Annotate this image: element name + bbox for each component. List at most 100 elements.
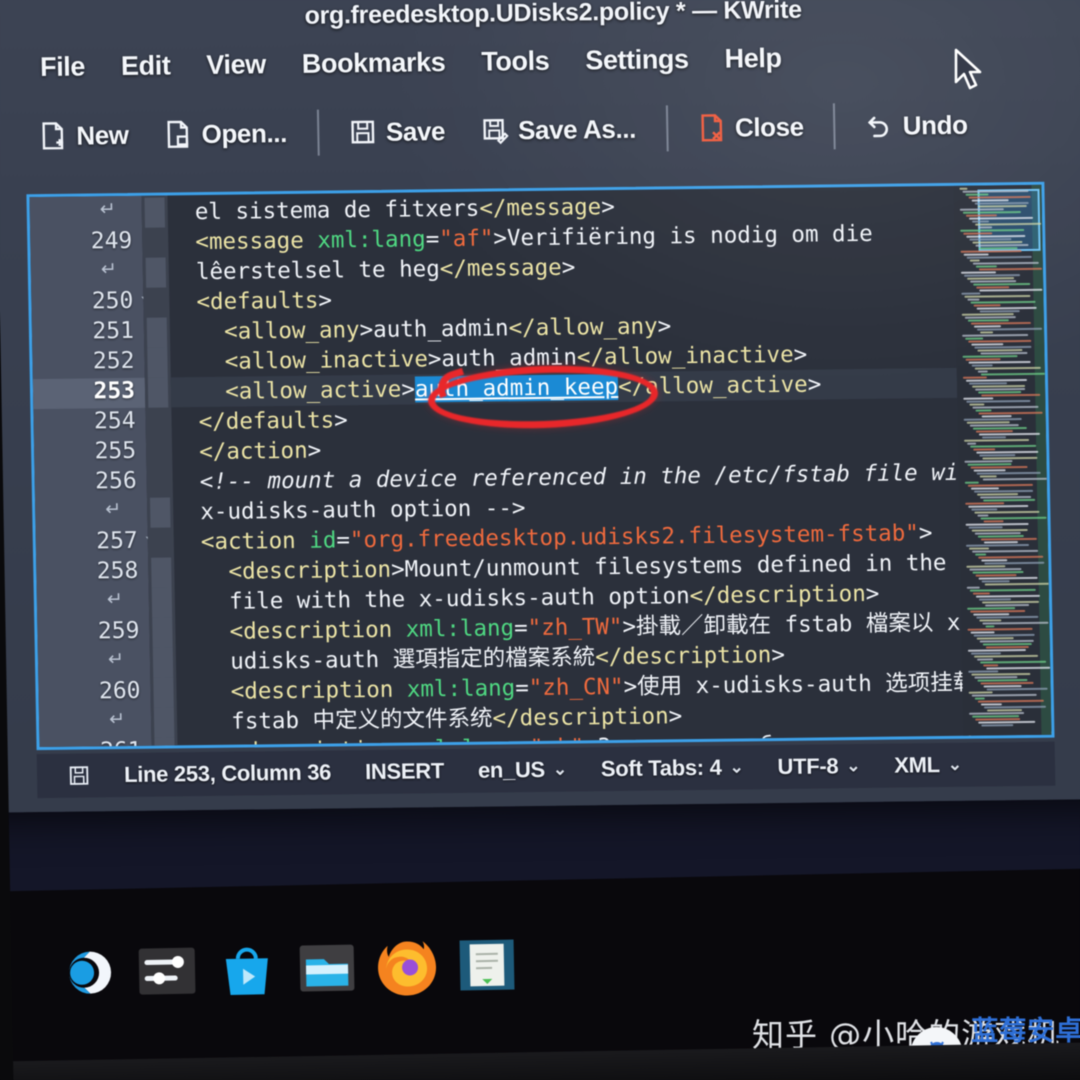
minimap-line xyxy=(970,631,995,634)
toolbar[interactable]: New Open... Save Save As... Close Undo xyxy=(0,85,1080,175)
status-tabs-select[interactable]: Soft Tabs: 4 ⌄ xyxy=(584,754,761,782)
status-encoding-select[interactable]: UTF-8 ⌄ xyxy=(760,753,877,780)
code-content[interactable]: el sistema de fitxers</message> <message… xyxy=(167,186,1055,750)
menu-tools[interactable]: Tools xyxy=(463,45,568,77)
status-encoding-value: UTF-8 xyxy=(777,753,839,780)
save-button[interactable]: Save xyxy=(331,115,464,148)
minimap-line xyxy=(977,370,988,373)
minimap-line xyxy=(968,339,1032,343)
document-minimap[interactable] xyxy=(953,184,1052,736)
taskbar-firefox[interactable] xyxy=(373,933,440,1000)
undo-button[interactable]: Undo xyxy=(847,109,985,142)
taskbar-system-settings[interactable] xyxy=(133,938,200,1005)
minimap-line xyxy=(974,510,1040,514)
chevron-down-icon: ⌄ xyxy=(552,759,568,779)
new-document-icon xyxy=(42,122,64,150)
mouse-cursor-arrow-pointer-icon xyxy=(954,48,982,90)
minimap-line xyxy=(981,559,1008,562)
minimap-line xyxy=(979,619,1002,622)
minimap-line xyxy=(973,448,996,451)
status-locale-select[interactable]: en_US ⌄ xyxy=(461,756,584,783)
minimap-line xyxy=(974,345,1032,349)
line-number: 258 xyxy=(96,557,139,585)
undo-button-label: Undo xyxy=(902,109,968,140)
floppy-disk-icon xyxy=(69,766,89,785)
status-cursor-position: Line 253, Column 36 xyxy=(123,759,332,788)
minimap-line xyxy=(979,310,1020,313)
minimap-line xyxy=(966,586,981,589)
line-number: 253 xyxy=(93,377,136,405)
minimap-line xyxy=(982,600,1040,604)
minimap-line xyxy=(975,553,987,556)
minimap-line xyxy=(983,520,1004,523)
toolbar-separator-2 xyxy=(665,105,669,152)
minimap-line xyxy=(970,652,1002,655)
minimap-line xyxy=(965,543,1029,547)
minimap-line xyxy=(974,654,1039,658)
minimap-line xyxy=(965,378,1028,382)
line-number-gutter: ↵ 249 ↵ 250 251 252 253 254 255 256 ↵ 257 258 ↵ 259 ↵ 26… xyxy=(29,195,170,750)
minimap-line xyxy=(970,321,1031,325)
minimap-line xyxy=(962,376,988,379)
menu-settings[interactable]: Settings xyxy=(567,43,707,76)
page-title: org.freedesktop.UDisks2.policy * — KWrit… xyxy=(304,0,802,30)
minimap-line xyxy=(963,418,1022,421)
minimap-line xyxy=(978,598,1011,601)
minimap-line xyxy=(972,220,989,223)
minimap-line xyxy=(969,259,981,262)
open-button[interactable]: Open... xyxy=(146,117,305,150)
minimap-line xyxy=(972,592,991,595)
line-number: 256 xyxy=(94,467,137,495)
line-number: 261 xyxy=(49,738,142,750)
minimap-line xyxy=(976,286,1010,289)
menu-bookmarks[interactable]: Bookmarks xyxy=(284,46,464,79)
minimap-line xyxy=(980,537,1038,541)
minimap-line xyxy=(982,621,1049,625)
minimap-line xyxy=(962,355,1018,358)
minimap-line xyxy=(974,366,1041,370)
minimap-line xyxy=(973,325,1002,328)
minimap-line xyxy=(983,664,999,667)
line-wrap-marker: ↵ xyxy=(99,199,116,221)
status-bar[interactable]: Line 253, Column 36 INSERT en_US ⌄ Soft … xyxy=(36,741,1056,799)
line-number: 257 xyxy=(95,527,139,555)
taskbar-discover-store[interactable] xyxy=(213,936,280,1003)
minimap-line xyxy=(972,549,1038,553)
status-highlight-select[interactable]: XML ⌄ xyxy=(877,752,979,779)
line-number: 252 xyxy=(92,347,135,375)
save-as-button-label: Save As... xyxy=(517,113,637,145)
minimap-line xyxy=(982,456,1038,460)
taskbar-text-editor[interactable] xyxy=(453,931,520,998)
minimap-line xyxy=(971,672,1030,676)
text-editor-view[interactable]: ↵ 249 ↵ 250 251 252 253 254 255 256 ↵ 257 258 ↵ 259 ↵ 26… xyxy=(26,181,1055,751)
minimap-line xyxy=(983,705,1047,709)
save-as-button[interactable]: Save As... xyxy=(463,113,654,146)
minimap-line xyxy=(979,475,998,478)
status-input-mode[interactable]: INSERT xyxy=(348,758,461,785)
undo-arrow-icon xyxy=(868,116,889,138)
line-number: 260 xyxy=(98,677,141,705)
minimap-line xyxy=(974,697,985,700)
indent-guide-block xyxy=(145,257,167,288)
minimap-line xyxy=(970,610,1026,613)
minimap-line xyxy=(973,304,1001,307)
minimap-line xyxy=(973,469,1006,472)
menu-file[interactable]: File xyxy=(22,51,103,83)
taskbar-application-launcher[interactable] xyxy=(53,939,120,1006)
close-button[interactable]: Close xyxy=(680,111,822,144)
minimap-line xyxy=(969,403,985,406)
line-wrap-marker: ↵ xyxy=(100,259,117,281)
minimap-line xyxy=(973,282,1030,286)
indent-guide-block xyxy=(147,347,168,378)
menu-view[interactable]: View xyxy=(188,49,284,81)
new-button[interactable]: New xyxy=(21,119,147,152)
taskbar-file-manager[interactable] xyxy=(293,934,360,1001)
minimap-line xyxy=(972,261,1039,265)
minimap-line xyxy=(970,300,1036,304)
line-wrap-marker: ↵ xyxy=(105,499,122,521)
minimap-line xyxy=(975,265,997,268)
menu-edit[interactable]: Edit xyxy=(103,50,189,82)
menu-help[interactable]: Help xyxy=(706,42,799,74)
minimap-line xyxy=(975,409,992,412)
minimap-line xyxy=(981,415,1012,418)
